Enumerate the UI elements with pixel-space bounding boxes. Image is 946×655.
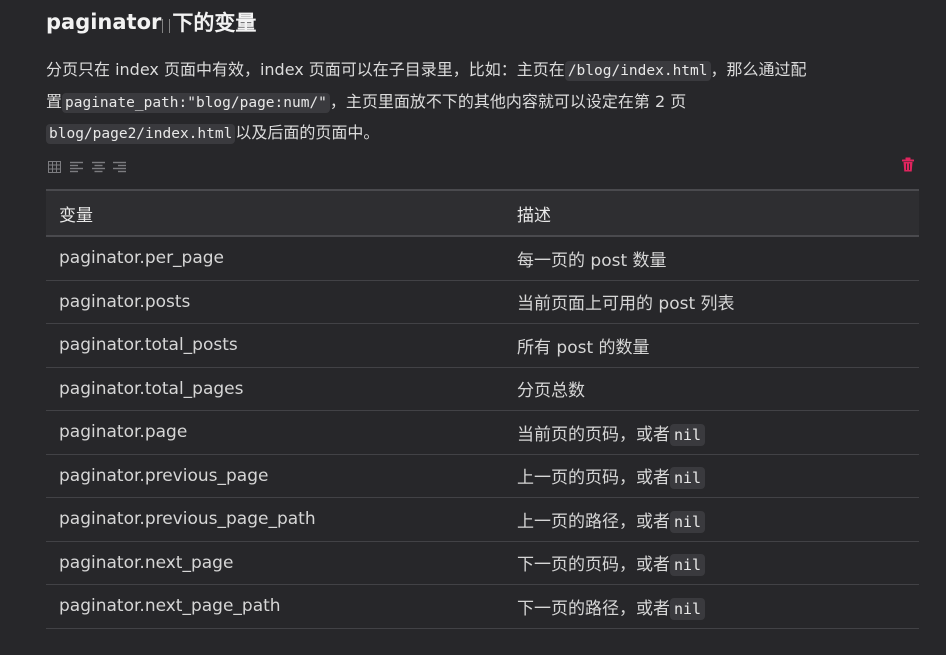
align-right-icon[interactable]	[113, 158, 126, 173]
table-row: paginator.next_page 下一页的页码，或者 nil	[46, 541, 919, 585]
heading-text: 下的变量	[172, 11, 257, 35]
description-text: 上一页的路径，或者	[517, 511, 670, 532]
table-row: paginator.per_page 每一页的 post 数量	[46, 236, 919, 281]
description-cell: 当前页面上可用的 post 列表	[504, 280, 919, 324]
table-toolbar	[46, 157, 919, 173]
column-header-description: 描述	[504, 189, 919, 237]
variable-cell: paginator.page	[46, 410, 504, 455]
table-header-row: 变量 描述	[46, 189, 919, 237]
table-row: paginator.page 当前页的页码，或者 nil	[46, 410, 919, 455]
variables-table: 变量 描述 paginator.per_page 每一页的 post 数量 pagi…	[46, 189, 919, 629]
description-text: 下一页的路径，或者	[517, 598, 670, 619]
description-cell: 当前页的页码，或者 nil	[504, 410, 919, 455]
inline-code: nil	[670, 467, 706, 490]
paragraph-text: 以及后面的页面中。	[235, 123, 380, 142]
paragraph-line-3: blog/page2/index.html 以及后面的页面中。	[46, 118, 919, 150]
description-cell: 下一页的路径，或者 nil	[504, 584, 919, 629]
variable-cell: paginator.total_posts	[46, 323, 504, 368]
variable-cell: paginator.previous_page_path	[46, 497, 504, 542]
table-row: paginator.previous_page_path 上一页的路径，或者 nil	[46, 497, 919, 542]
description-cell: 分页总数	[504, 367, 919, 411]
description-cell: 上一页的页码，或者 nil	[504, 454, 919, 498]
variable-cell: paginator.previous_page	[46, 454, 504, 498]
variable-cell: paginator.posts	[46, 280, 504, 324]
description-text: 分页总数	[517, 381, 585, 402]
paragraph-text: ，那么通过配	[710, 60, 807, 79]
inline-code: nil	[670, 554, 706, 577]
variable-cell: paginator.total_pages	[46, 367, 504, 411]
heading-code: paginator	[46, 10, 162, 34]
inline-code: /blog/index.html	[564, 61, 711, 81]
description-paragraph: 分页只在 index 页面中有效，index 页面可以在子目录里，比如：主页在 /…	[46, 55, 919, 150]
table-row: paginator.total_posts 所有 post 的数量	[46, 323, 919, 368]
paragraph-line-1: 分页只在 index 页面中有效，index 页面可以在子目录里，比如：主页在 /…	[46, 55, 919, 87]
description-text: 所有 post 的数量	[517, 337, 650, 358]
description-text: 每一页的 post 数量	[517, 250, 667, 271]
description-text: 上一页的页码，或者	[517, 468, 670, 489]
paragraph-text: 置	[46, 91, 63, 111]
variable-cell: paginator.per_page	[46, 236, 504, 281]
inline-code: nil	[670, 597, 706, 620]
variable-cell: paginator.next_page	[46, 541, 504, 585]
inline-code: paginate_path:"blog/page:num/"	[62, 92, 330, 113]
description-cell: 所有 post 的数量	[504, 323, 919, 368]
description-cell: 每一页的 post 数量	[504, 236, 919, 281]
description-text: 下一页的页码，或者	[517, 555, 670, 576]
column-header-variable: 变量	[46, 189, 504, 237]
description-cell: 下一页的页码，或者 nil	[504, 541, 919, 585]
table-body: paginator.per_page 每一页的 post 数量 paginator.…	[46, 236, 919, 629]
table-row: paginator.previous_page 上一页的页码，或者 nil	[46, 454, 919, 498]
inline-code: nil	[670, 510, 706, 533]
align-center-icon[interactable]	[92, 158, 105, 173]
section-heading: paginator 下的变量	[46, 6, 256, 38]
trash-icon[interactable]	[901, 157, 915, 172]
description-text: 当前页面上可用的 post 列表	[517, 294, 735, 315]
inline-code: blog/page2/index.html	[46, 124, 236, 144]
text-cursor-icon	[162, 19, 171, 33]
table-row: paginator.total_pages 分页总数	[46, 367, 919, 411]
paragraph-line-2: 置 paginate_path:"blog/page:num/" ，主页里面放不下的…	[46, 87, 919, 119]
table-icon[interactable]	[48, 158, 61, 173]
align-left-icon[interactable]	[70, 158, 83, 173]
table-row: paginator.next_page_path 下一页的路径，或者 nil	[46, 584, 919, 629]
description-text: 当前页的页码，或者	[517, 424, 670, 445]
paragraph-text: ，主页里面放不下的其他内容就可以设定在第 2 页	[329, 91, 687, 111]
description-cell: 上一页的路径，或者 nil	[504, 497, 919, 542]
paragraph-text: 分页只在 index 页面中有效，index 页面可以在子目录里，比如：主页在	[46, 60, 565, 79]
inline-code: nil	[670, 423, 706, 446]
table-row: paginator.posts 当前页面上可用的 post 列表	[46, 280, 919, 324]
variable-cell: paginator.next_page_path	[46, 584, 504, 629]
